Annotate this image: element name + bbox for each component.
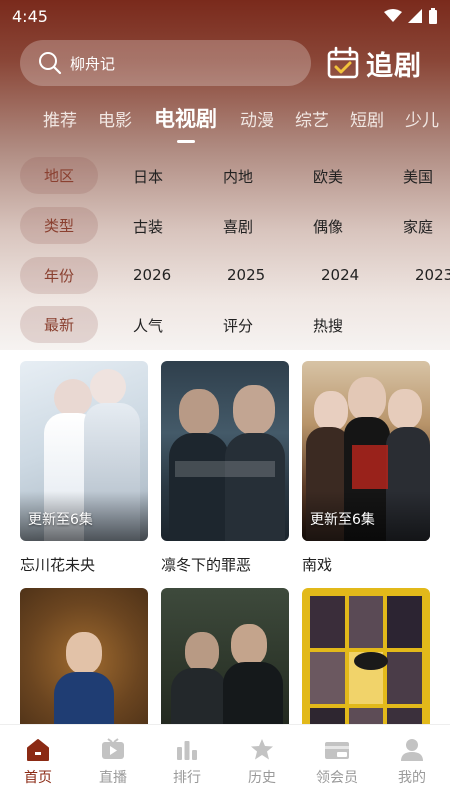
wifi-icon <box>384 9 402 22</box>
status-bar: 4:45 <box>0 0 450 32</box>
filter-label-sort[interactable]: 最新 <box>20 306 98 343</box>
card-title: 忘川花未央 <box>20 556 96 574</box>
tab-variety[interactable]: 综艺 <box>295 106 329 131</box>
follow-label: 追剧 <box>366 50 422 82</box>
tab-movie[interactable]: 电影 <box>98 106 132 131</box>
nav-label: 直播 <box>99 770 127 786</box>
follow-button[interactable]: 追剧 <box>326 42 422 84</box>
nav-label: 首页 <box>24 770 52 786</box>
card-title: 凛冬下的罪恶 <box>161 556 252 574</box>
signal-icon <box>408 9 422 23</box>
filter-option[interactable]: 家庭 <box>403 216 433 237</box>
filter-option[interactable]: 美国 <box>403 166 433 187</box>
update-badge: 更新至6集 <box>310 512 375 528</box>
filter-option[interactable]: 2024 <box>321 266 359 284</box>
video-card[interactable]: 更新至6集 南戏 <box>302 361 430 575</box>
filter-label-genre[interactable]: 类型 <box>20 207 98 244</box>
nav-label: 领会员 <box>316 770 358 786</box>
search-placeholder: 柳舟记 <box>70 54 116 73</box>
poster-image <box>161 361 289 541</box>
poster-image <box>161 588 289 724</box>
update-badge: 更新至6集 <box>28 512 93 528</box>
search-input[interactable]: 柳舟记 <box>20 40 311 86</box>
nav-live[interactable]: 直播 <box>83 737 143 787</box>
filter-option[interactable]: 2023 <box>415 266 450 284</box>
tab-recommend[interactable]: 推荐 <box>43 106 77 131</box>
status-icons <box>384 8 438 24</box>
star-history-icon <box>251 739 273 760</box>
nav-profile[interactable]: 我的 <box>382 737 442 787</box>
filter-row-sort: 最新 人气 评分 热搜 <box>0 306 450 344</box>
tab-short-drama[interactable]: 短剧 <box>350 106 384 131</box>
filter-option[interactable]: 内地 <box>223 166 253 187</box>
tab-anime[interactable]: 动漫 <box>240 106 274 131</box>
video-card[interactable] <box>302 588 430 724</box>
category-tabs: 推荐 电影 电视剧 动漫 综艺 短剧 少儿 <box>0 98 450 144</box>
tab-tv-series[interactable]: 电视剧 <box>154 103 217 133</box>
poster-image: 更新至6集 <box>302 361 430 541</box>
filter-option[interactable]: 2026 <box>133 266 171 284</box>
filter-row-year: 年份 2026 2025 2024 2023 <box>0 257 450 295</box>
filter-row-genre: 类型 古装 喜剧 偶像 家庭 <box>0 207 450 245</box>
filter-option[interactable]: 偶像 <box>313 216 343 237</box>
card-title: 南戏 <box>302 556 333 574</box>
poster-image: 更新至6集 <box>20 361 148 541</box>
filter-option[interactable]: 欧美 <box>313 166 343 187</box>
nav-home[interactable]: 首页 <box>8 737 68 787</box>
vip-card-icon <box>325 742 349 759</box>
bar-chart-icon <box>177 741 197 760</box>
filter-option[interactable]: 人气 <box>133 315 163 336</box>
person-icon <box>401 739 423 761</box>
filter-option[interactable]: 日本 <box>133 166 163 187</box>
bottom-navigation: 首页 直播 排行 历史 领会员 我的 <box>0 724 450 800</box>
nav-label: 我的 <box>398 770 426 786</box>
poster-image <box>302 588 430 724</box>
video-card[interactable]: 更新至6集 忘川花未央 <box>20 361 148 575</box>
home-icon <box>27 739 49 761</box>
search-icon <box>39 52 62 75</box>
video-grid: 更新至6集 忘川花未央 凛冬下的罪恶 更新至6集 南戏 <box>0 352 450 724</box>
filter-option[interactable]: 古装 <box>133 216 163 237</box>
poster-image <box>20 588 148 724</box>
tv-play-icon <box>102 738 124 759</box>
nav-label: 排行 <box>173 770 201 786</box>
nav-label: 历史 <box>248 770 276 786</box>
status-time: 4:45 <box>12 6 48 26</box>
filter-option[interactable]: 2025 <box>227 266 265 284</box>
nav-vip[interactable]: 领会员 <box>307 737 367 787</box>
video-card[interactable] <box>20 588 148 724</box>
nav-ranking[interactable]: 排行 <box>157 737 217 787</box>
video-card[interactable] <box>161 588 289 724</box>
tab-kids[interactable]: 少儿 <box>405 106 439 131</box>
filter-label-year[interactable]: 年份 <box>20 257 98 294</box>
filter-row-region: 地区 日本 内地 欧美 美国 <box>0 157 450 195</box>
filter-option[interactable]: 评分 <box>223 315 253 336</box>
active-tab-indicator <box>177 140 195 143</box>
video-card[interactable]: 凛冬下的罪恶 <box>161 361 289 575</box>
filter-option[interactable]: 喜剧 <box>223 216 253 237</box>
nav-history[interactable]: 历史 <box>232 737 292 787</box>
calendar-check-icon <box>327 46 359 79</box>
filter-label-region[interactable]: 地区 <box>20 157 98 194</box>
filter-option[interactable]: 热搜 <box>313 315 343 336</box>
battery-icon <box>429 8 437 24</box>
